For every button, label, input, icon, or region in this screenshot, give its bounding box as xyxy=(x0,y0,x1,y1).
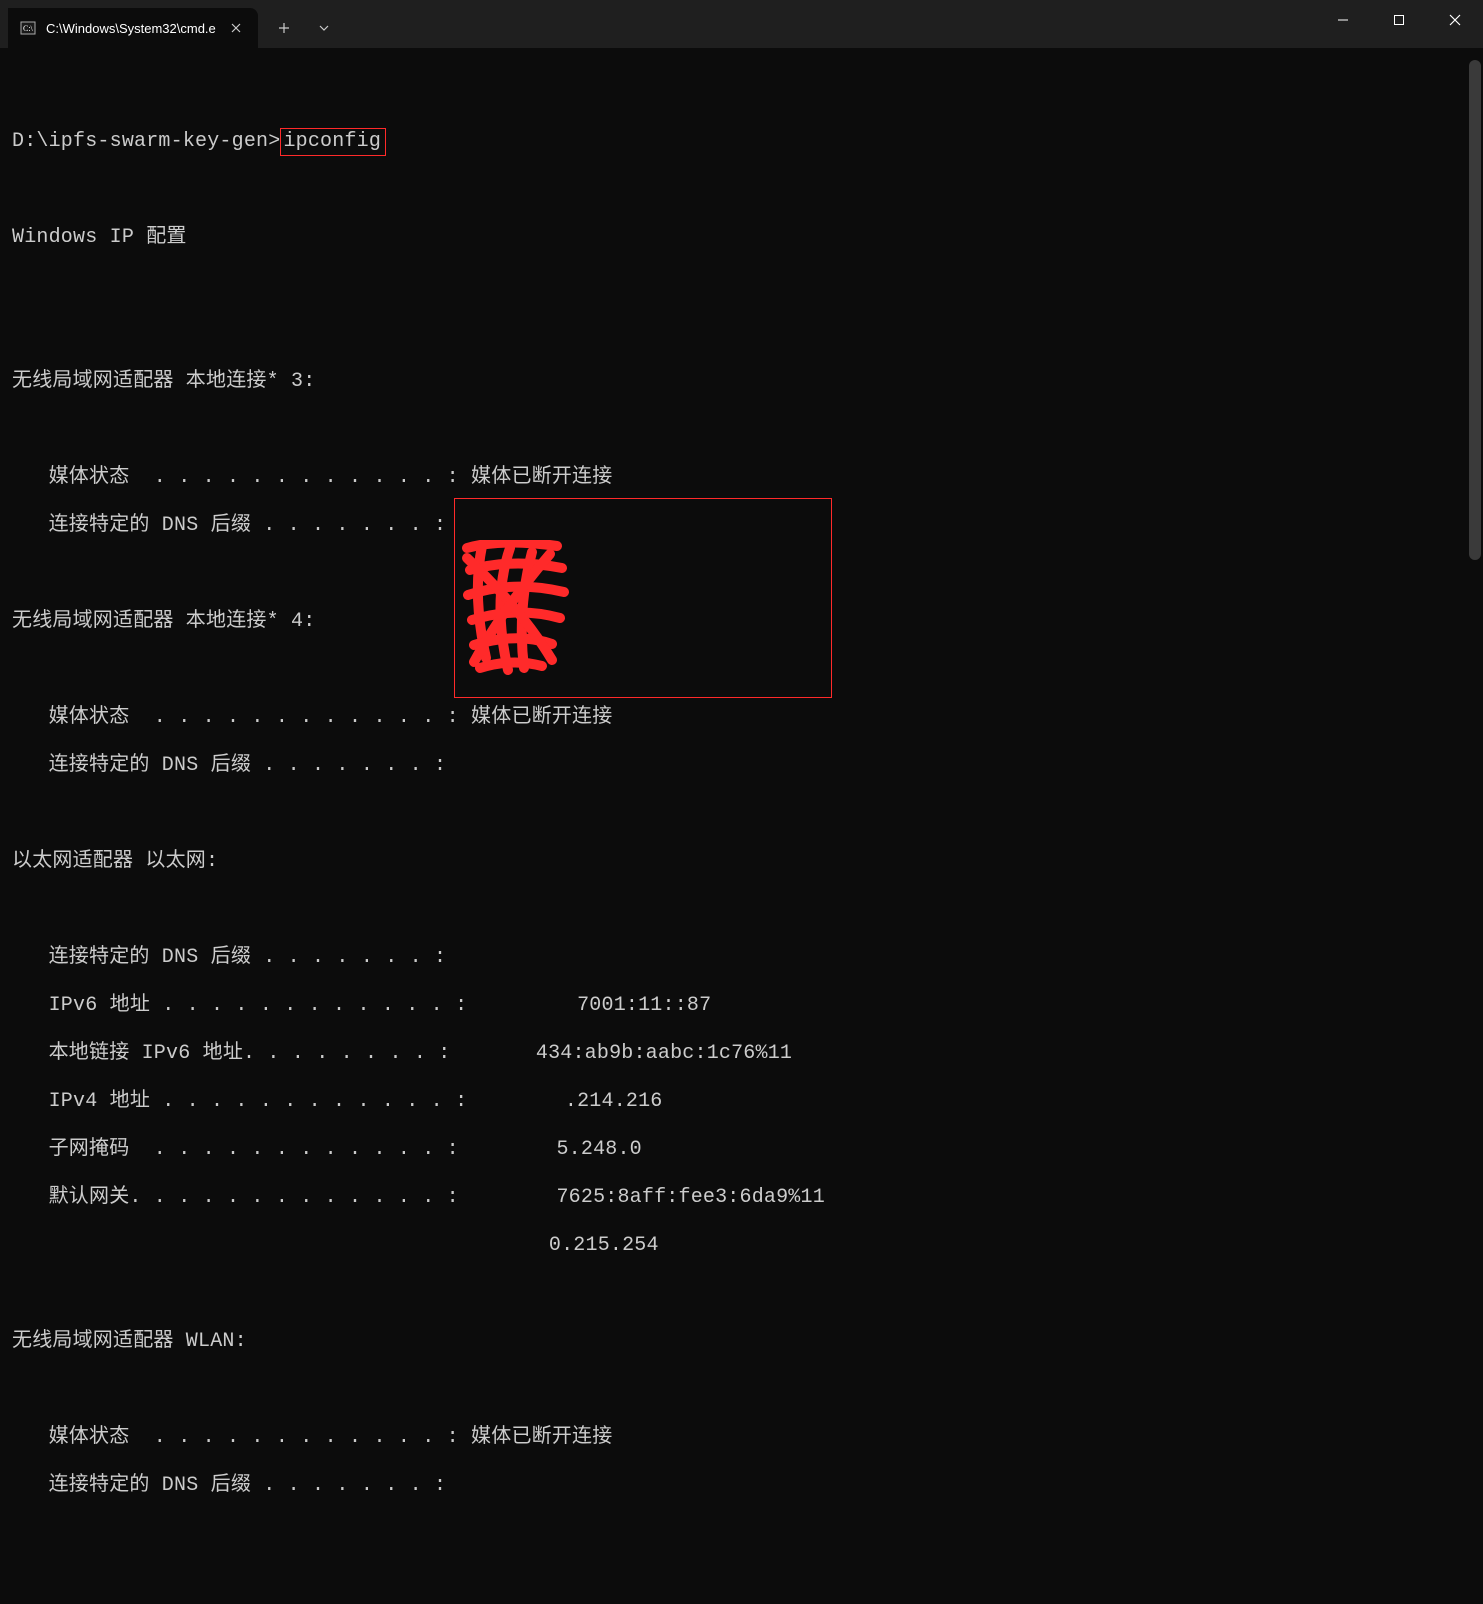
window-controls xyxy=(1315,0,1483,40)
terminal-output[interactable]: D:\ipfs-swarm-key-gen>ipconfig Windows I… xyxy=(0,48,1483,1604)
adapter-4-title: 无线局域网适配器 本地连接* 4: xyxy=(12,610,1471,634)
ethernet-dns: 连接特定的 DNS 后缀 . . . . . . . : xyxy=(12,946,1471,970)
prompt-text: D:\ipfs-swarm-key-gen> xyxy=(12,130,280,153)
ethernet-title: 以太网适配器 以太网: xyxy=(12,850,1471,874)
ethernet-mask: 子网掩码 . . . . . . . . . . . . : 5.248.0 xyxy=(12,1138,1471,1162)
tab-actions xyxy=(258,8,342,48)
adapter-4-dns: 连接特定的 DNS 后缀 . . . . . . . : xyxy=(12,754,1471,778)
terminal-tab[interactable]: C:\ C:\Windows\System32\cmd.e xyxy=(8,8,258,48)
tab-title: C:\Windows\System32\cmd.e xyxy=(46,21,216,36)
wlan-title: 无线局域网适配器 WLAN: xyxy=(12,1330,1471,1354)
window-close-button[interactable] xyxy=(1427,0,1483,40)
ipconfig-header: Windows IP 配置 xyxy=(12,226,1471,250)
scrollbar-thumb[interactable] xyxy=(1469,60,1481,560)
wlan-dns: 连接特定的 DNS 后缀 . . . . . . . : xyxy=(12,1474,1471,1498)
command-text: ipconfig xyxy=(280,128,386,156)
adapter-3-media: 媒体状态 . . . . . . . . . . . . : 媒体已断开连接 xyxy=(12,466,1471,490)
adapter-4-media: 媒体状态 . . . . . . . . . . . . : 媒体已断开连接 xyxy=(12,706,1471,730)
wlan-media: 媒体状态 . . . . . . . . . . . . : 媒体已断开连接 xyxy=(12,1426,1471,1450)
ethernet-gateway: 默认网关. . . . . . . . . . . . . : 7625:8af… xyxy=(12,1186,1471,1210)
tab-dropdown-button[interactable] xyxy=(306,12,342,44)
adapter-3-dns: 连接特定的 DNS 后缀 . . . . . . . : xyxy=(12,514,1471,538)
cmd-icon: C:\ xyxy=(20,20,36,36)
tab-close-button[interactable] xyxy=(226,18,246,38)
svg-text:C:\: C:\ xyxy=(23,24,34,33)
new-tab-button[interactable] xyxy=(266,12,302,44)
minimize-button[interactable] xyxy=(1315,0,1371,40)
ethernet-llipv6: 本地链接 IPv6 地址. . . . . . . . : 434:ab9b:a… xyxy=(12,1042,1471,1066)
ethernet-gateway-2: 0.215.254 xyxy=(12,1234,1471,1258)
ethernet-ipv4: IPv4 地址 . . . . . . . . . . . . : .214.2… xyxy=(12,1090,1471,1114)
maximize-button[interactable] xyxy=(1371,0,1427,40)
ethernet-ipv6: IPv6 地址 . . . . . . . . . . . . : 7001:1… xyxy=(12,994,1471,1018)
title-bar: C:\ C:\Windows\System32\cmd.e xyxy=(0,0,1483,48)
adapter-3-title: 无线局域网适配器 本地连接* 3: xyxy=(12,370,1471,394)
